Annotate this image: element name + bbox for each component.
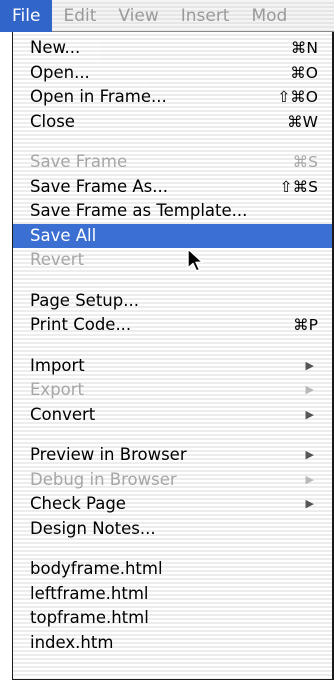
menu-item-print-code[interactable]: Print Code... ⌘P	[13, 313, 332, 338]
menu-item-debug-in-browser: Debug in Browser ▶	[13, 468, 332, 493]
menu-item-label: Page Setup...	[30, 290, 139, 310]
submenu-arrow-icon: ▶	[305, 383, 314, 396]
menu-item-label: Print Code...	[30, 315, 132, 334]
menu-edit[interactable]: Edit	[52, 0, 107, 32]
menu-item-preview-in-browser[interactable]: Preview in Browser ▶	[13, 443, 332, 468]
menu-separator	[13, 338, 332, 354]
menu-item-shortcut: ⌘P	[293, 316, 318, 334]
menu-item-revert: Revert	[13, 248, 332, 273]
menu-item-recent-file[interactable]: bodyframe.html	[13, 557, 332, 582]
menu-item-label: Revert	[30, 250, 85, 269]
submenu-arrow-icon: ▶	[305, 448, 314, 461]
menu-modify[interactable]: Mod	[240, 0, 298, 32]
menu-item-save-all[interactable]: Save All	[13, 223, 332, 248]
menu-item-recent-file[interactable]: index.htm	[13, 631, 332, 656]
menu-item-label: Export	[30, 380, 85, 399]
menu-item-label: Close	[30, 111, 75, 131]
menu-item-label: Save All	[30, 225, 97, 245]
menu-file[interactable]: File	[0, 0, 53, 32]
menu-item-shortcut: ⌘S	[292, 153, 318, 171]
menu-bar: File Edit View Insert Mod	[0, 0, 334, 32]
menu-item-save-frame-as[interactable]: Save Frame As... ⇧⌘S	[13, 175, 332, 200]
menu-item-label: Open in Frame...	[30, 87, 167, 106]
menu-item-shortcut: ⌘N	[290, 39, 318, 57]
menu-view[interactable]: View	[107, 0, 169, 32]
menu-item-open-in-frame[interactable]: Open in Frame... ⇧⌘O	[13, 85, 332, 110]
menu-item-label: Convert	[30, 404, 96, 424]
menu-item-page-setup[interactable]: Page Setup...	[13, 289, 332, 314]
menu-item-shortcut: ⌘O	[290, 63, 318, 82]
menu-item-label: New...	[30, 38, 81, 57]
file-menu-dropdown: New... ⌘N Open... ⌘O Open in Frame... ⇧⌘…	[12, 32, 334, 680]
menu-separator	[13, 273, 332, 289]
menu-item-save-frame: Save Frame ⌘S	[13, 150, 332, 175]
menu-item-shortcut: ⇧⌘S	[279, 177, 318, 196]
menu-item-label: Import	[30, 355, 85, 375]
menu-item-export: Export ▶	[13, 378, 332, 403]
menu-separator	[13, 134, 332, 150]
menu-insert[interactable]: Insert	[170, 0, 241, 32]
menu-item-label: Debug in Browser	[30, 469, 177, 489]
menu-item-label: Design Notes...	[30, 518, 156, 538]
menu-item-design-notes[interactable]: Design Notes...	[13, 517, 332, 542]
menu-item-label: Preview in Browser	[30, 445, 187, 464]
submenu-arrow-icon: ▶	[305, 358, 314, 372]
menu-item-label: Check Page	[30, 494, 126, 513]
submenu-arrow-icon: ▶	[305, 497, 314, 510]
menu-item-check-page[interactable]: Check Page ▶	[13, 492, 332, 517]
menu-item-label: Open...	[30, 62, 90, 82]
menu-item-label: Save Frame As...	[30, 176, 169, 196]
menu-item-new[interactable]: New... ⌘N	[13, 36, 332, 61]
menu-item-label: topframe.html	[30, 608, 149, 627]
mouse-pointer-icon	[187, 248, 204, 272]
menu-item-recent-file[interactable]: topframe.html	[13, 606, 332, 631]
menu-separator	[13, 427, 332, 443]
menu-item-recent-file[interactable]: leftframe.html	[13, 582, 332, 607]
submenu-arrow-icon: ▶	[305, 472, 314, 486]
menu-item-import[interactable]: Import ▶	[13, 354, 332, 379]
menu-item-open[interactable]: Open... ⌘O	[13, 61, 332, 86]
menu-item-shortcut: ⇧⌘O	[277, 88, 318, 106]
menu-separator	[13, 541, 332, 557]
menu-item-label: Save Frame	[30, 152, 128, 171]
menu-item-label: leftframe.html	[30, 583, 149, 603]
menu-item-label: index.htm	[30, 632, 114, 652]
menu-item-close[interactable]: Close ⌘W	[13, 110, 332, 135]
submenu-arrow-icon: ▶	[305, 407, 314, 421]
menu-item-save-frame-as-template[interactable]: Save Frame as Template...	[13, 199, 332, 224]
menu-item-convert[interactable]: Convert ▶	[13, 403, 332, 428]
menu-item-label: bodyframe.html	[30, 559, 163, 578]
menu-item-shortcut: ⌘W	[287, 112, 318, 131]
menu-item-label: Save Frame as Template...	[30, 201, 248, 220]
